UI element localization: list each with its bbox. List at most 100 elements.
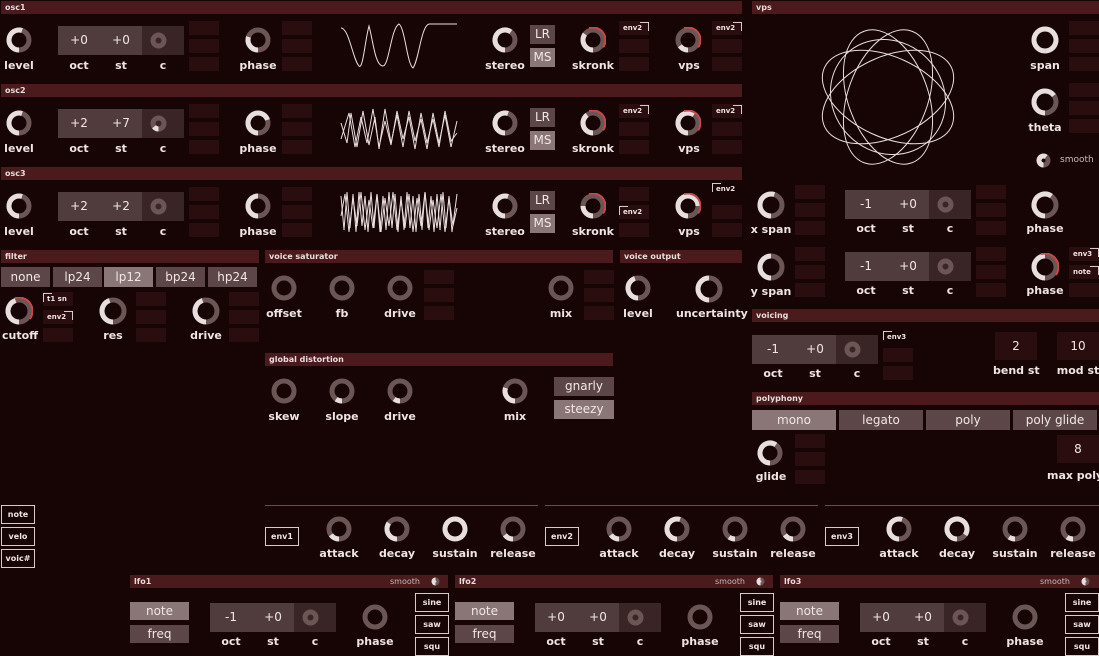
voicing-mod-slot[interactable] xyxy=(883,348,913,362)
osc1-mod-slot[interactable] xyxy=(189,39,219,53)
vps-y-oct-value[interactable]: -1 xyxy=(845,252,887,281)
vps-theta-knob[interactable] xyxy=(1031,88,1059,116)
source-note[interactable]: note xyxy=(1,505,35,524)
lfo3-st-value[interactable]: +0 xyxy=(902,603,944,632)
distortion-slope-knob[interactable] xyxy=(329,378,355,404)
osc2-skronk-mod-slot[interactable] xyxy=(619,140,649,154)
vps-y-tune-mod-slot[interactable] xyxy=(976,283,1006,297)
y-span-mod-slot[interactable] xyxy=(795,247,825,261)
vps-y-span-knob[interactable] xyxy=(757,253,785,281)
lfo3-shape-sine[interactable]: sine xyxy=(1065,593,1099,612)
distortion-drive-knob[interactable] xyxy=(387,378,413,404)
distortion-steezy-button[interactable]: steezy xyxy=(554,400,614,419)
osc1-vps-mod-slot[interactable] xyxy=(712,39,742,53)
voicing-bend-value[interactable]: 2 xyxy=(995,332,1037,360)
lfo1-freq-button[interactable]: freq xyxy=(130,625,189,643)
vps-env3-tag[interactable]: env3 xyxy=(1069,247,1099,261)
vps-x-tune-mod-slot[interactable] xyxy=(976,185,1006,199)
osc2-phase-mod-slot[interactable] xyxy=(282,140,312,154)
osc3-skronk-knob[interactable] xyxy=(580,193,606,219)
osc1-stereo-knob[interactable] xyxy=(492,27,518,53)
env2-decay-knob[interactable] xyxy=(664,516,690,542)
osc1-vps-env-tag[interactable]: env2 xyxy=(712,21,742,35)
x-span-mod-slot[interactable] xyxy=(795,203,825,217)
env3-drag-tag[interactable]: env3 xyxy=(825,527,859,546)
env3-decay-knob[interactable] xyxy=(944,516,970,542)
lfo1-note-button[interactable]: note xyxy=(130,602,189,620)
lfo1-smooth-knob[interactable] xyxy=(431,577,440,586)
env1-attack-knob[interactable] xyxy=(326,516,352,542)
filter-cutoff-knob[interactable] xyxy=(5,297,33,325)
osc2-level-knob[interactable] xyxy=(6,110,32,136)
osc3-st-value[interactable]: +2 xyxy=(100,192,142,221)
env2-release-knob[interactable] xyxy=(780,516,806,542)
lfo1-cents-knob[interactable] xyxy=(302,609,319,626)
osc2-cents-knob[interactable] xyxy=(150,115,167,132)
osc3-phase-mod-slot[interactable] xyxy=(282,205,312,219)
osc3-phase-knob[interactable] xyxy=(245,193,271,219)
osc3-vps-env-tag[interactable]: env2 xyxy=(712,182,742,196)
voice-output-level-knob[interactable] xyxy=(625,275,651,301)
vps-note-tag[interactable]: note xyxy=(1069,265,1099,279)
osc3-vps-mod-slot[interactable] xyxy=(712,205,742,219)
env3-sustain-knob[interactable] xyxy=(1002,516,1028,542)
osc3-skronk-mod-slot[interactable] xyxy=(619,187,649,201)
osc3-lr-button[interactable]: LR xyxy=(530,191,555,210)
osc1-mod-slot[interactable] xyxy=(189,21,219,35)
lfo2-cents-knob[interactable] xyxy=(627,609,644,626)
vps-smooth-knob[interactable] xyxy=(1036,153,1051,168)
osc2-skronk-env-tag[interactable]: env2 xyxy=(619,104,649,118)
vps-y-tune-mod-slot[interactable] xyxy=(976,265,1006,279)
y-span-mod-slot[interactable] xyxy=(795,265,825,279)
x-span-mod-slot[interactable] xyxy=(795,221,825,235)
vps-span-mod-slot[interactable] xyxy=(1069,57,1099,71)
osc1-vps-mod-slot[interactable] xyxy=(712,57,742,71)
lfo1-phase-knob[interactable] xyxy=(362,604,388,630)
osc3-oct-value[interactable]: +2 xyxy=(58,192,100,221)
glide-mod-slot[interactable] xyxy=(795,434,825,448)
filter-drive-mod-slot[interactable] xyxy=(229,310,259,324)
lfo3-smooth-knob[interactable] xyxy=(1081,577,1090,586)
lfo3-shape-squ[interactable]: squ xyxy=(1065,637,1099,656)
osc2-lr-button[interactable]: LR xyxy=(530,108,555,127)
osc2-ms-button[interactable]: MS xyxy=(530,131,555,150)
osc2-phase-knob[interactable] xyxy=(245,110,271,136)
vps-x-span-knob[interactable] xyxy=(757,191,785,219)
osc2-mod-slot[interactable] xyxy=(189,104,219,118)
env1-sustain-knob[interactable] xyxy=(442,516,468,542)
filter-cutoff-mod-slot[interactable] xyxy=(43,328,73,342)
lfo3-oct-value[interactable]: +0 xyxy=(860,603,902,632)
lfo2-oct-value[interactable]: +0 xyxy=(535,603,577,632)
osc1-skronk-env-tag[interactable]: env2 xyxy=(619,21,649,35)
filter-res-mod-slot[interactable] xyxy=(136,328,166,342)
vps-y-tune-mod-slot[interactable] xyxy=(976,247,1006,261)
osc1-oct-value[interactable]: +0 xyxy=(58,26,100,55)
saturator-mix-knob[interactable] xyxy=(548,275,574,301)
osc2-skronk-mod-slot[interactable] xyxy=(619,122,649,136)
osc1-skronk-mod-slot[interactable] xyxy=(619,57,649,71)
vps-x-oct-value[interactable]: -1 xyxy=(845,190,887,219)
lfo1-st-value[interactable]: +0 xyxy=(252,603,294,632)
filter-mode-none[interactable]: none xyxy=(1,267,50,287)
env1-drag-tag[interactable]: env1 xyxy=(265,527,299,546)
lfo2-st-value[interactable]: +0 xyxy=(577,603,619,632)
filter-mode-hp24[interactable]: hp24 xyxy=(208,267,257,287)
env3-attack-knob[interactable] xyxy=(886,516,912,542)
vps-x-cents-knob[interactable] xyxy=(937,196,954,213)
lfo2-note-button[interactable]: note xyxy=(455,602,514,620)
filter-res-mod-slot[interactable] xyxy=(136,310,166,324)
lfo3-phase-knob[interactable] xyxy=(1012,604,1038,630)
osc1-phase-knob[interactable] xyxy=(245,27,271,53)
env3-release-knob[interactable] xyxy=(1060,516,1086,542)
voicing-env3-tag[interactable]: env3 xyxy=(883,330,913,344)
vps-y-phase-mod-slot[interactable] xyxy=(1069,283,1099,297)
polyphony-mode-legato[interactable]: legato xyxy=(839,410,923,430)
saturator-mod-slot[interactable] xyxy=(424,288,454,302)
voice-output-uncertainty-knob[interactable] xyxy=(695,275,723,303)
x-span-mod-slot[interactable] xyxy=(795,185,825,199)
vps-y-cents-knob[interactable] xyxy=(937,258,954,275)
filter-mode-lp12[interactable]: lp12 xyxy=(104,267,153,287)
osc2-mod-slot[interactable] xyxy=(189,140,219,154)
saturator-mod-slot[interactable] xyxy=(424,270,454,284)
vps-y-st-value[interactable]: +0 xyxy=(887,252,929,281)
